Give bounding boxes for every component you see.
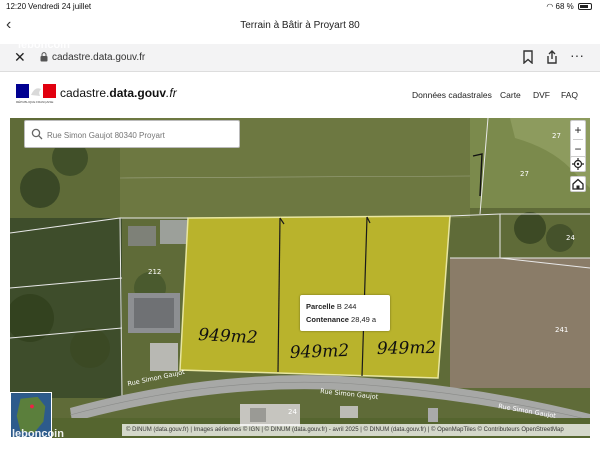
close-icon[interactable]: ✕ (14, 49, 26, 66)
handwritten-area: 949m2 (198, 325, 258, 348)
search-icon (31, 128, 43, 140)
crosshair-icon (572, 158, 584, 170)
wifi-icon: ◠ (546, 2, 554, 11)
site-header: RÉPUBLIQUE FRANÇAISE cadastre.data.gouv.… (0, 72, 600, 118)
parcel-number: 24 (288, 408, 297, 416)
lock-icon (40, 52, 48, 62)
popup-parcel-row: Parcelle B 244 (306, 302, 356, 311)
popup-area-row: Contenance 28,49 a (306, 315, 376, 324)
map-attribution[interactable]: © DINUM (data.gouv.fr) | Images aérienne… (122, 424, 590, 436)
browser-url-bar: ✕ cadastre.data.gouv.fr ··· (0, 44, 600, 72)
popup-parcel-id: B 244 (336, 302, 357, 311)
leboncoin-watermark-bottom: leboncoin (12, 428, 64, 440)
share-icon[interactable] (545, 50, 559, 64)
parcel-number: 27 (520, 170, 529, 178)
handwritten-area: 949m2 (377, 338, 437, 359)
status-bar: 12:20 Vendredi 24 juillet ◠ 68 % (0, 0, 600, 14)
home-icon (572, 178, 584, 190)
handwritten-area: 949m2 (289, 341, 349, 363)
ipad-screen: { "status_bar": { "time": "12:20", "date… (0, 0, 600, 450)
parcel-number: 27 (552, 132, 561, 140)
nav-donnees-cadastrales[interactable]: Données cadastrales (412, 90, 492, 100)
popup-label-parcelle: Parcelle (306, 302, 335, 311)
leboncoin-watermark-top: leboncoin (18, 39, 70, 51)
popup-label-contenance: Contenance (306, 315, 349, 324)
search-input[interactable] (47, 127, 235, 143)
brand-name: cadastre. (60, 86, 110, 100)
parcel-number: 212 (148, 268, 161, 276)
home-view-button[interactable] (570, 176, 586, 192)
battery-indicator: ◠ 68 % (546, 2, 592, 11)
listing-title: Terrain à Bâtir à Proyart 80 (240, 20, 360, 31)
republique-francaise-logo (16, 84, 56, 98)
locate-button[interactable] (570, 156, 586, 172)
nav-faq[interactable]: FAQ (561, 90, 578, 100)
listing-title-bar: ‹ Terrain à Bâtir à Proyart 80 (0, 14, 600, 38)
site-brand[interactable]: cadastre.data.gouv.fr (60, 86, 177, 100)
parcel-info-popup: Parcelle B 244 Contenance 28,49 a (300, 295, 390, 331)
nav-carte[interactable]: Carte (500, 90, 521, 100)
parcel-number: 241 (555, 326, 568, 334)
battery-icon (578, 3, 592, 11)
zoom-in-button[interactable]: + (571, 121, 585, 139)
brand-suffix: .fr (166, 86, 177, 100)
zoom-controls: + − (570, 120, 586, 158)
url-text[interactable]: cadastre.data.gouv.fr (52, 52, 145, 63)
logo-caption: RÉPUBLIQUE FRANÇAISE (16, 100, 54, 104)
more-icon[interactable]: ··· (570, 47, 584, 63)
cadastre-map[interactable]: 27 27 24 212 241 24 Rue Simon Gaujot Rue… (10, 118, 590, 438)
battery-percent: 68 % (555, 2, 574, 11)
bookmark-icon[interactable] (522, 50, 534, 64)
brand-bold: data.gouv (109, 86, 167, 100)
address-search-box[interactable] (24, 120, 240, 148)
aerial-map[interactable]: 27 27 24 212 241 24 Rue Simon Gaujot Rue… (10, 118, 590, 438)
popup-area-value: 28,49 a (351, 315, 377, 324)
status-time: 12:20 (6, 2, 27, 11)
nav-dvf[interactable]: DVF (533, 90, 550, 100)
status-date: Vendredi 24 juillet (28, 2, 92, 11)
parcel-number: 24 (566, 234, 575, 242)
